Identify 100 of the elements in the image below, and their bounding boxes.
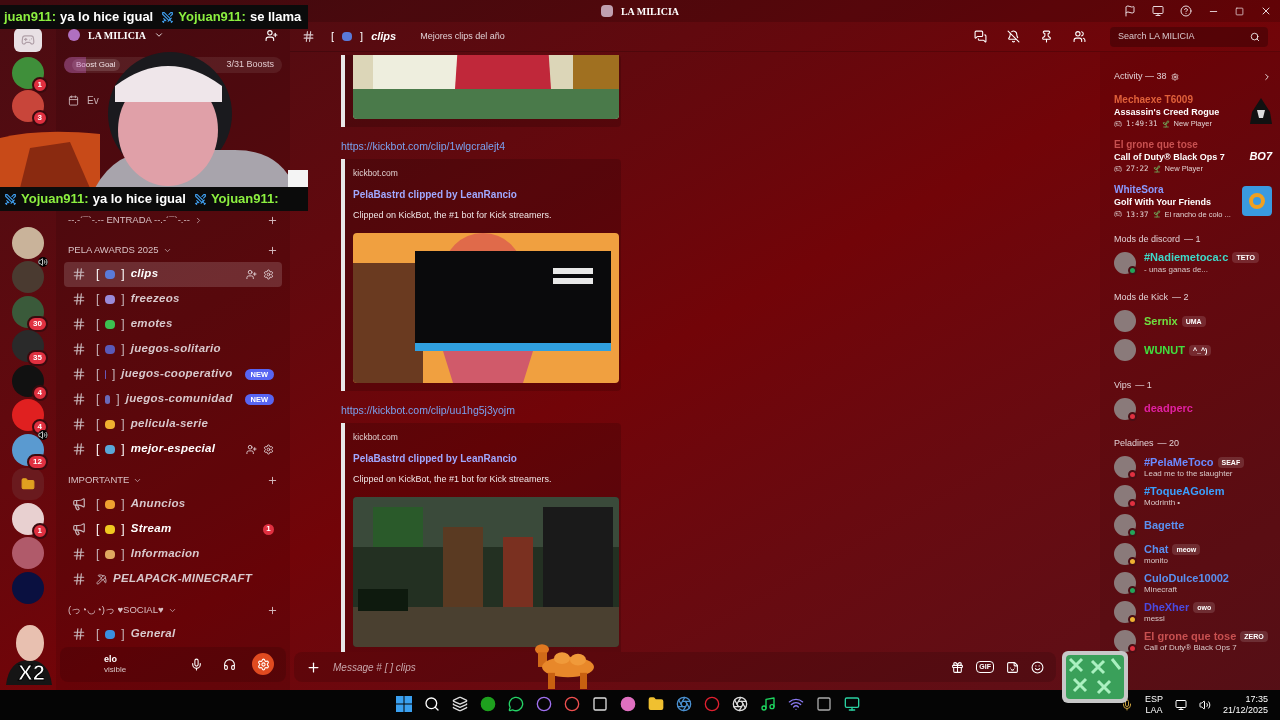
member-name[interactable]: #PelaMeToco — [1144, 455, 1214, 470]
channel-topic: Mejores clips del año — [420, 29, 505, 43]
bell-off-icon[interactable] — [1007, 30, 1020, 43]
clip-link[interactable]: https://kickbot.com/clip/uu1hg5j3yojm — [341, 403, 1100, 419]
headphones-icon[interactable] — [223, 657, 236, 671]
activity-user[interactable]: WhiteSora — [1114, 183, 1231, 197]
invite-icon[interactable] — [265, 28, 278, 42]
server-icon[interactable] — [12, 502, 44, 535]
members-icon[interactable] — [1073, 30, 1086, 43]
keyboard-layout[interactable]: LAA — [1145, 705, 1163, 717]
member-name[interactable]: WUNUT — [1144, 343, 1185, 358]
browser-icon[interactable] — [564, 696, 580, 712]
member-name[interactable]: CuloDulce10002 — [1144, 571, 1229, 586]
microphone-icon[interactable] — [190, 657, 203, 671]
sticker-icon[interactable] — [1006, 660, 1019, 674]
music-icon[interactable] — [760, 696, 776, 712]
section-title: Activity — 38 — [1114, 70, 1167, 83]
channel-item[interactable]: [ ] mejor-especial — [64, 436, 282, 462]
channel-item[interactable]: [ ] Anuncios — [64, 491, 282, 517]
category-name[interactable]: IMPORTANTE — [68, 473, 130, 488]
task-view-icon[interactable] — [452, 696, 468, 712]
folder-icon[interactable] — [648, 696, 664, 712]
member-name[interactable]: Chat — [1144, 542, 1169, 557]
settings-icon[interactable] — [263, 268, 274, 280]
category-name[interactable]: (っ◔◡◔)っ ♥SOCIAL♥ — [68, 603, 164, 618]
flag-icon[interactable] — [1124, 5, 1136, 17]
member-name[interactable]: Sernix — [1144, 314, 1178, 329]
sword-icon — [4, 192, 17, 206]
member-avatar[interactable] — [1114, 485, 1136, 508]
server-name[interactable]: LA MILICIA — [88, 27, 147, 43]
member-avatar[interactable] — [1114, 397, 1136, 420]
bracket: ] — [121, 416, 125, 434]
microphone-icon[interactable] — [1120, 699, 1133, 711]
server-folder[interactable] — [12, 468, 44, 501]
member-avatar[interactable] — [1114, 514, 1136, 537]
settings-button[interactable] — [252, 653, 274, 676]
sprout-icon — [1152, 210, 1161, 219]
category-name[interactable]: --.-´¯`-.-- ENTRADA --.-´¯`-.-- — [68, 213, 190, 228]
clock-time[interactable]: 17:35 — [1245, 693, 1268, 705]
volume-icon[interactable] — [1198, 699, 1211, 711]
group-count: — 1 — [1184, 232, 1201, 246]
monitor-icon[interactable] — [1152, 5, 1164, 17]
language-code[interactable]: ESP — [1144, 693, 1163, 705]
member-name[interactable]: #Nadiemetoca:c — [1144, 251, 1229, 265]
add-channel-icon[interactable] — [267, 605, 278, 617]
bracket: [ — [96, 341, 100, 359]
plus-icon[interactable] — [306, 659, 321, 675]
settings-icon[interactable] — [263, 443, 274, 455]
message-input[interactable]: Message # [ ] clips — [333, 659, 940, 675]
channel-item[interactable]: [ ] emotes — [64, 311, 282, 337]
member-avatar[interactable] — [1114, 456, 1136, 479]
home-button[interactable] — [14, 28, 42, 52]
add-channel-icon[interactable] — [267, 245, 278, 257]
channel-item[interactable]: PELAPACK-MINECRAFT — [64, 566, 282, 592]
pin-icon[interactable] — [1040, 30, 1053, 43]
maximize-icon[interactable] — [1235, 6, 1244, 16]
channel-item[interactable]: [ ] clips — [64, 261, 282, 287]
clip-link[interactable]: https://kickbot.com/clip/1wlgcralejt4 — [341, 139, 1100, 155]
embed-title[interactable]: PelaBastrd clipped by LeanRancio — [353, 186, 609, 202]
add-channel-icon[interactable] — [267, 475, 278, 487]
windows-logo-icon[interactable] — [396, 696, 412, 712]
aperture-icon[interactable] — [732, 696, 748, 712]
monitor-icon[interactable] — [844, 696, 860, 712]
bracket: ] — [121, 546, 125, 564]
member-avatar[interactable] — [1114, 630, 1136, 653]
megaphone-icon — [72, 522, 86, 537]
server-icon[interactable] — [12, 226, 44, 259]
close-icon[interactable] — [1260, 5, 1272, 17]
emoji-icon[interactable] — [1031, 660, 1044, 674]
embed-title[interactable]: PelaBastrd clipped by LeanRancio — [353, 450, 609, 466]
member-name[interactable]: Bagette — [1144, 518, 1185, 533]
member-avatar[interactable] — [1114, 251, 1136, 274]
channel-item[interactable]: [ ] juegos-solitario — [64, 336, 282, 362]
channel-item[interactable]: [ ] General — [64, 621, 282, 647]
channel-item[interactable]: [ ] freezeos — [64, 286, 282, 312]
add-channel-icon[interactable] — [267, 215, 278, 227]
browser-icon[interactable] — [536, 696, 552, 712]
chat-bubble-icon[interactable] — [508, 696, 524, 712]
chevron-icon[interactable] — [1262, 71, 1272, 82]
clock-date[interactable]: 21/12/2025 — [1222, 705, 1268, 717]
bracket: [ — [96, 391, 100, 409]
server-icon[interactable] — [12, 295, 44, 328]
channel-item[interactable]: [ ] Stream 1 — [64, 516, 282, 542]
member-avatar[interactable] — [1114, 543, 1136, 566]
channel-item[interactable]: [ ] pelicula-serie — [64, 411, 282, 437]
member-avatar[interactable] — [1114, 601, 1136, 624]
member-avatar[interactable] — [1114, 572, 1136, 595]
search-field[interactable]: Search LA MILICIA — [1110, 26, 1268, 47]
pickaxe-icon — [96, 573, 107, 585]
channel-item[interactable]: [ ] Informacion — [64, 541, 282, 567]
threads-icon[interactable] — [974, 30, 987, 43]
channel-name: juegos-solitario — [130, 341, 221, 357]
calendar-icon[interactable] — [68, 94, 79, 106]
gift-icon[interactable] — [951, 660, 965, 674]
search-icon[interactable] — [424, 696, 440, 712]
help-icon[interactable] — [1180, 5, 1192, 17]
activity-user[interactable]: Mechaexe T6009 — [1114, 93, 1220, 106]
category-name[interactable]: PELA AWARDS 2025 — [68, 243, 159, 258]
invite-icon[interactable] — [246, 443, 257, 455]
member-name[interactable]: #ToqueAGolem — [1144, 484, 1225, 499]
